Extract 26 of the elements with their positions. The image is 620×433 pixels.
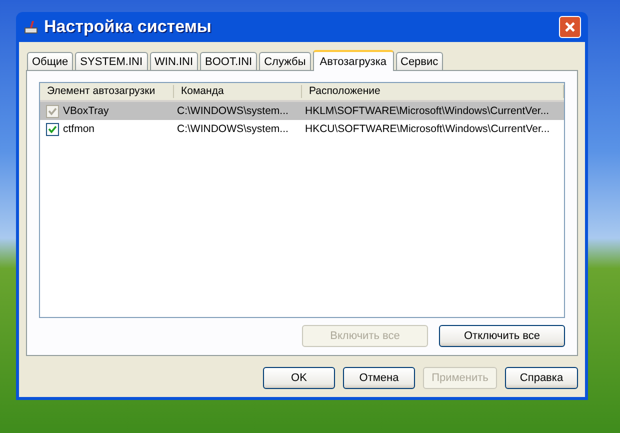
help-button[interactable]: Справка [505,367,578,389]
table-cell-text: HKCU\SOFTWARE\Microsoft\Windows\CurrentVer... [304,123,551,135]
table-cell-text: HKLM\SOFTWARE\Microsoft\Windows\CurrentVer... [304,105,550,117]
table-row[interactable]: ctfmon C:\WINDOWS\system... HKCU\SOFTWARE\Microsoft\Windows\CurrentVer... [40,120,564,138]
settings-icon [23,19,39,35]
tab[interactable]: BOOT.INI [200,52,258,70]
close-icon [564,21,576,33]
table-cell: VBoxTray [63,105,109,117]
close-button[interactable] [559,16,581,38]
tab[interactable]: Сервис [396,52,444,70]
tab[interactable]: Общие [27,52,74,70]
checkbox[interactable] [46,122,59,136]
column-header[interactable]: Команда [174,85,302,98]
column-header[interactable]: Элемент автозагрузки [40,85,174,98]
tab[interactable]: SYSTEM.INI [75,52,148,70]
ok-button[interactable]: OK [263,367,335,389]
cancel-button[interactable]: Отмена [343,367,415,389]
window-title: Настройка системы [44,17,212,37]
table-cell: ctfmon [63,123,95,135]
table-cell-text: C:\WINDOWS\system... [176,105,290,117]
tab[interactable]: Автозагрузка [312,50,394,71]
tab[interactable]: Службы [259,52,311,70]
disable-all-button[interactable]: Отключить все [439,325,565,347]
column-header[interactable]: Расположение [302,85,564,98]
table-cell-text: C:\WINDOWS\system... [176,123,290,135]
tab[interactable]: WIN.INI [150,52,198,70]
